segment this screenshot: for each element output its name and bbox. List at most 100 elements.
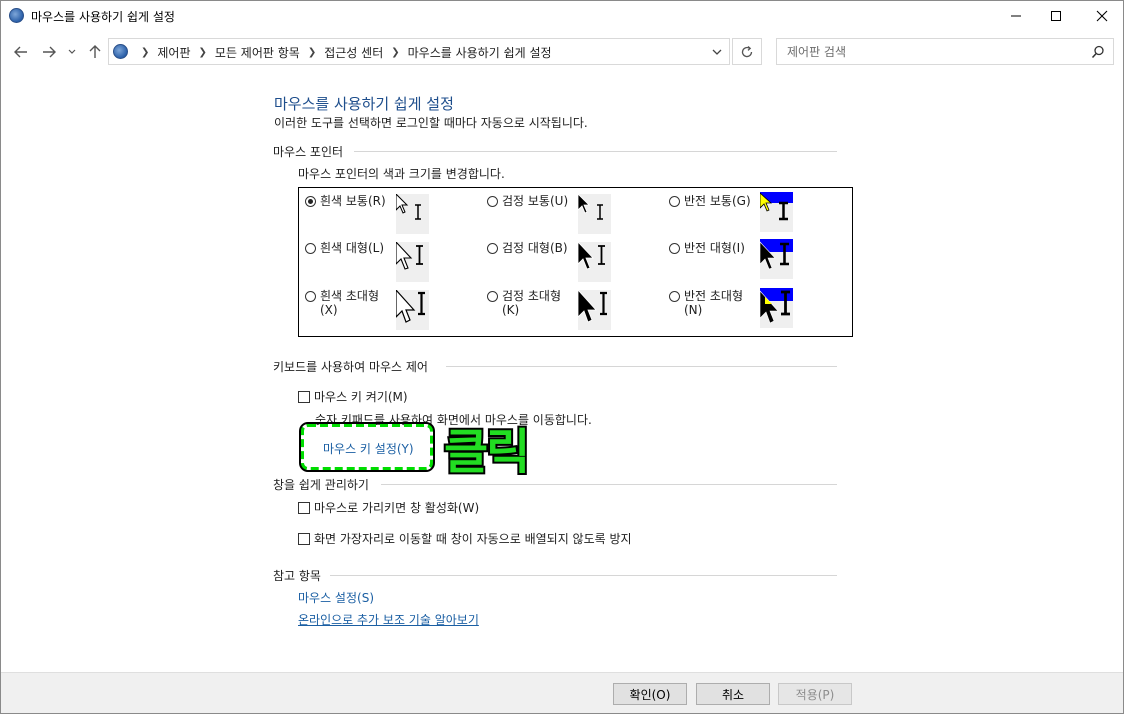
- option-label: 반전 초대형 (N): [684, 289, 743, 317]
- refresh-button[interactable]: [732, 38, 762, 65]
- pointer-preview-inverted-extra-large: [760, 288, 793, 328]
- up-arrow-icon: [89, 45, 101, 58]
- breadcrumb-item[interactable]: 모든 제어판 항목: [215, 44, 300, 61]
- section-heading-see-also: 참고 항목: [273, 569, 321, 583]
- radio-white-extra-large[interactable]: 흰색 초대형 (X): [305, 289, 379, 317]
- chevron-right-icon: ❯: [198, 47, 207, 58]
- assistive-tech-online-link[interactable]: 온라인으로 추가 보조 기술 알아보기: [298, 611, 479, 628]
- breadcrumb-item[interactable]: 제어판: [157, 44, 190, 61]
- title-bar: 마우스를 사용하기 쉽게 설정: [1, 1, 1123, 31]
- ok-button[interactable]: 확인(O): [613, 683, 687, 705]
- checkbox-label: 마우스로 가리키면 창 활성화(W): [314, 501, 480, 515]
- page-subtitle: 이러한 도구를 선택하면 로그인할 때마다 자동으로 시작됩니다.: [274, 116, 588, 130]
- pointer-preview-white-large: [396, 242, 429, 282]
- chevron-down-icon: [712, 49, 722, 55]
- search-input[interactable]: [785, 44, 1079, 60]
- radio-button[interactable]: [669, 243, 680, 254]
- option-label: 검정 보통(U): [502, 194, 569, 208]
- mouse-keys-checkbox[interactable]: [298, 390, 310, 403]
- radio-white-regular[interactable]: 흰색 보통(R): [305, 194, 386, 208]
- pointer-preview-inverted-regular: [760, 192, 793, 232]
- prevent-arrange-checkbox[interactable]: [298, 532, 310, 545]
- hover-activate-checkbox[interactable]: [298, 501, 310, 514]
- pointer-preview-black-regular: [578, 194, 611, 234]
- option-label: 흰색 대형(L): [320, 241, 385, 255]
- radio-inverted-large[interactable]: 반전 대형(I): [669, 241, 745, 255]
- chevron-right-icon: ❯: [307, 47, 317, 58]
- close-icon: [1096, 10, 1108, 22]
- option-label: 흰색 보통(R): [320, 194, 386, 208]
- section-heading-window-management: 창을 쉽게 관리하기: [273, 478, 369, 492]
- radio-button[interactable]: [487, 243, 498, 254]
- maximize-button[interactable]: [1033, 1, 1079, 31]
- prevent-arrange-checkbox-row[interactable]: 화면 가장자리로 이동할 때 창이 자동으로 배열되지 않도록 방지: [298, 530, 632, 547]
- option-label-line1: 검정 초대형: [502, 289, 562, 303]
- window: 마우스를 사용하기 쉽게 설정 ❯ 제어판 ❯ 모든 제어판 항목 ❯ 접근성 …: [0, 0, 1124, 714]
- radio-inverted-regular[interactable]: 반전 보통(G): [669, 194, 751, 208]
- breadcrumb: ❯ 제어판 ❯ 모든 제어판 항목 ❯ 접근성 센터 ❯ 마우스를 사용하기 쉽…: [133, 44, 552, 61]
- chevron-right-icon: ❯: [141, 47, 150, 58]
- radio-white-large[interactable]: 흰색 대형(L): [305, 241, 384, 255]
- section-heading-mouse-pointer: 마우스 포인터: [273, 145, 344, 159]
- section-divider: [330, 575, 837, 576]
- search-box[interactable]: [776, 38, 1114, 65]
- cursor-preview-icon: [578, 290, 607, 323]
- radio-black-large[interactable]: 검정 대형(B): [487, 241, 568, 255]
- radio-black-extra-large[interactable]: 검정 초대형 (K): [487, 289, 561, 317]
- option-label-line1: 흰색 초대형: [320, 289, 380, 303]
- mouse-settings-link[interactable]: 마우스 설정(S): [298, 589, 374, 606]
- option-label-line2: (K): [502, 303, 520, 317]
- pointer-preview-inverted-large: [760, 239, 793, 279]
- up-button[interactable]: [85, 41, 105, 63]
- breadcrumb-item[interactable]: 접근성 센터: [324, 44, 383, 61]
- chevron-right-icon: ❯: [391, 47, 400, 58]
- recent-locations-button[interactable]: [65, 41, 79, 63]
- cursor-preview-icon: [396, 242, 423, 270]
- chevron-down-icon: [68, 49, 76, 54]
- pointer-preview-white-regular: [396, 194, 429, 234]
- navigation-bar: ❯ 제어판 ❯ 모든 제어판 항목 ❯ 접근성 센터 ❯ 마우스를 사용하기 쉽…: [1, 37, 1123, 67]
- control-panel-icon: [113, 44, 128, 59]
- address-bar[interactable]: ❯ 제어판 ❯ 모든 제어판 항목 ❯ 접근성 센터 ❯ 마우스를 사용하기 쉽…: [108, 38, 730, 65]
- radio-button[interactable]: [487, 196, 498, 207]
- close-button[interactable]: [1079, 1, 1123, 31]
- forward-button[interactable]: [39, 41, 59, 63]
- cursor-preview-icon: [578, 194, 603, 220]
- back-arrow-icon: [14, 46, 27, 58]
- pointer-preview-black-large: [578, 242, 611, 282]
- cursor-preview-icon: [396, 290, 425, 323]
- pointer-preview-white-extra-large: [396, 290, 429, 330]
- option-label: 흰색 초대형 (X): [320, 289, 379, 317]
- option-label: 반전 보통(G): [684, 194, 751, 208]
- checkbox-label: 마우스 키 켜기(M): [314, 390, 408, 404]
- radio-button[interactable]: [669, 196, 680, 207]
- radio-button[interactable]: [305, 291, 316, 302]
- cursor-preview-icon: [760, 288, 793, 324]
- hover-activate-checkbox-row[interactable]: 마우스로 가리키면 창 활성화(W): [298, 499, 479, 516]
- radio-inverted-extra-large[interactable]: 반전 초대형 (N): [669, 289, 743, 317]
- radio-black-regular[interactable]: 검정 보통(U): [487, 194, 568, 208]
- click-annotation: 클릭: [442, 422, 532, 482]
- breadcrumb-item[interactable]: 마우스를 사용하기 쉽게 설정: [408, 44, 552, 61]
- cursor-preview-icon: [760, 239, 793, 270]
- control-panel-icon: [9, 8, 24, 23]
- section-heading-keyboard-mouse: 키보드를 사용하여 마우스 제어: [273, 360, 428, 374]
- mouse-keys-checkbox-row[interactable]: 마우스 키 켜기(M): [298, 388, 408, 405]
- radio-button[interactable]: [305, 243, 316, 254]
- window-title: 마우스를 사용하기 쉽게 설정: [31, 10, 175, 24]
- cancel-button[interactable]: 취소: [696, 683, 770, 705]
- minimize-icon: [1011, 15, 1021, 17]
- option-label-line2: (N): [684, 303, 703, 317]
- radio-button[interactable]: [669, 291, 680, 302]
- forward-arrow-icon: [43, 46, 56, 58]
- apply-button[interactable]: 적용(P): [778, 683, 852, 705]
- pointer-scheme-group: 흰색 보통(R) 검정 보통(U) 반전 보통(G) 흰색 대형(L) 검정 대…: [298, 187, 853, 337]
- search-icon[interactable]: [1091, 45, 1105, 59]
- back-button[interactable]: [11, 41, 31, 63]
- option-label: 검정 대형(B): [502, 241, 568, 255]
- option-label-line1: 반전 초대형: [684, 289, 744, 303]
- address-dropdown-button[interactable]: [709, 43, 725, 61]
- radio-button[interactable]: [487, 291, 498, 302]
- radio-button[interactable]: [305, 196, 316, 207]
- pointer-preview-black-extra-large: [578, 290, 611, 330]
